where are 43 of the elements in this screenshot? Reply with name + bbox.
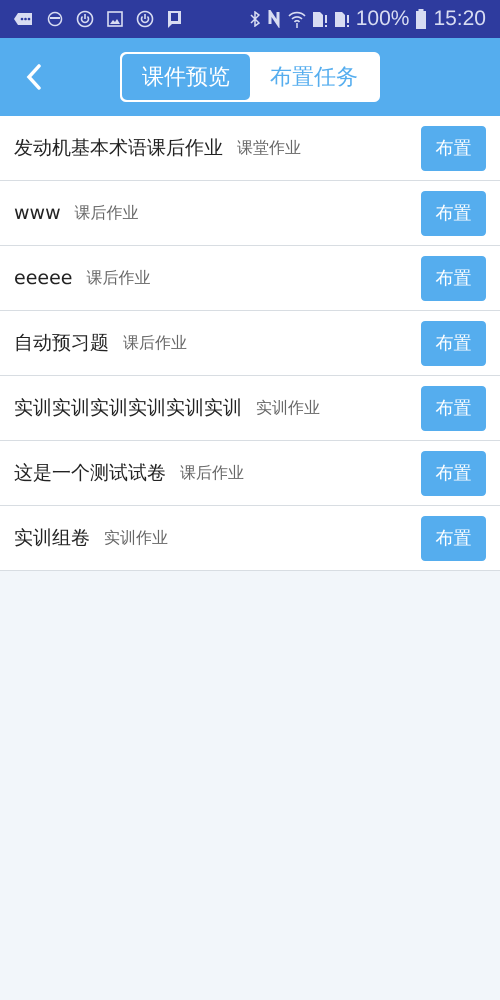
task-type: 课后作业 [123, 332, 187, 354]
back-icon[interactable] [26, 64, 42, 90]
battery-icon [415, 9, 428, 29]
bluetooth-icon [250, 11, 260, 27]
task-title: 实训实训实训实训实训实训 [14, 396, 242, 421]
task-title: eeeee [14, 267, 72, 289]
task-type: 课后作业 [180, 462, 244, 484]
tab[interactable]: 课件预览 [122, 54, 250, 100]
sim-icon [334, 10, 350, 28]
task-row[interactable]: 自动预习题 课后作业 布置 [0, 311, 500, 376]
task-row[interactable]: 实训实训实训实训实训实训 实训作业 布置 [0, 376, 500, 441]
task-title: 自动预习题 [14, 331, 109, 356]
nfc-icon [266, 10, 282, 28]
task-type: 实训作业 [104, 528, 168, 548]
document-icon [167, 10, 183, 28]
assign-button[interactable]: 布置 [421, 450, 486, 496]
task-title: 这是一个测试试卷 [14, 461, 166, 486]
task-type: 课堂作业 [237, 138, 301, 158]
task-type: 课后作业 [74, 202, 139, 224]
task-row[interactable]: eeeee 课后作业 布置 [0, 246, 500, 311]
task-type: 实训作业 [256, 398, 320, 418]
image-icon [107, 11, 123, 27]
message-icon [14, 11, 34, 27]
assign-button[interactable]: 布置 [421, 386, 486, 430]
task-type: 课后作业 [86, 268, 150, 288]
clock: 15:20 [433, 7, 486, 31]
task-row[interactable]: 发动机基本术语课后作业 课堂作业 布置 [0, 116, 500, 181]
wifi-icon [288, 10, 306, 28]
task-row[interactable]: 这是一个测试试卷 课后作业 布置 [0, 441, 500, 506]
task-title: www [14, 202, 61, 224]
battery-percentage: 100% [356, 7, 410, 31]
assign-button[interactable]: 布置 [421, 320, 486, 366]
task-row[interactable]: 实训组卷 实训作业 布置 [0, 506, 500, 571]
power-icon [136, 10, 154, 28]
assign-button[interactable]: 布置 [421, 256, 486, 300]
task-row[interactable]: www 课后作业 布置 [0, 181, 500, 246]
task-title: 发动机基本术语课后作业 [14, 136, 223, 161]
power-icon [76, 10, 94, 28]
assign-button[interactable]: 布置 [421, 190, 486, 236]
sim-icon [312, 10, 328, 28]
assign-button[interactable]: 布置 [421, 126, 486, 170]
task-title: 实训组卷 [14, 526, 90, 551]
assign-button[interactable]: 布置 [421, 516, 486, 560]
